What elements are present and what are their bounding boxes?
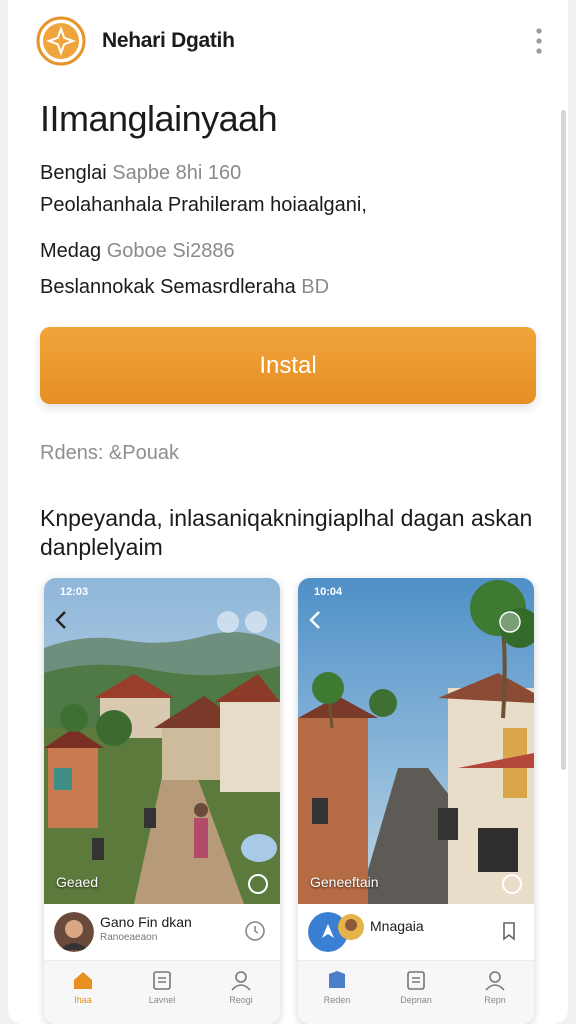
tab-label: Depnan <box>400 995 432 1005</box>
screenshot-card[interactable]: 12:03 Geaed Gano Fin dkan Ranoeaeaon Iha… <box>44 578 280 1024</box>
tab-document[interactable]: Depnan <box>381 969 451 1005</box>
heart-icon <box>217 611 267 633</box>
app-detail-page: Nehari Dgatih IImanglainyaah Benglai Sap… <box>8 0 568 1024</box>
detail-row: Benglai Sapbe 8hi 160 <box>40 162 241 185</box>
detail-row: Peolahanhala Prahileram hoiaalgani, <box>40 194 367 217</box>
tab-label: Repn <box>484 995 506 1005</box>
tab-home[interactable]: Reden <box>302 969 372 1005</box>
app-description: Knpeyanda, inlasaniqakningiaplhal dagan … <box>40 505 533 560</box>
detail-value: Goboe Si2886 <box>106 240 235 262</box>
document-icon <box>407 971 425 990</box>
compass-star-icon <box>36 16 86 66</box>
bookmark-icon <box>503 922 515 941</box>
profile-name: Gano Fin dkan <box>100 914 192 930</box>
top-bar: Nehari Dgatih <box>8 0 568 82</box>
back-arrow-icon <box>309 611 320 629</box>
status-bar-time: 12:03 <box>60 586 89 598</box>
tab-label: Reden <box>323 995 351 1005</box>
tab-label: Lavnel <box>148 995 176 1005</box>
status-bar-time: 10:04 <box>314 586 343 598</box>
scrollbar[interactable] <box>561 110 566 770</box>
tab-document[interactable]: Lavnel <box>127 969 197 1005</box>
profile-subtitle: Ranoeaeaon <box>100 932 158 943</box>
tab-profile[interactable]: Repn <box>460 969 530 1005</box>
home-icon <box>329 971 345 988</box>
app-name: Nehari Dgatih <box>102 29 235 52</box>
detail-value: BD <box>301 276 330 298</box>
share-icon <box>499 611 521 633</box>
bottom-sheet: Gano Fin dkan Ranoeaeaon Ihaa Lavnel Reo… <box>44 904 280 1024</box>
avatar <box>54 912 94 952</box>
screenshot-card[interactable]: 10:04 Geneeftain Mnagaia Reden Depnan Re… <box>298 578 534 1024</box>
tab-home[interactable]: Ihaa <box>48 969 118 1005</box>
bottom-nav: Reden Depnan Repn <box>298 960 534 1024</box>
detail-label: Beslannokak Semasrdleraha <box>40 276 296 298</box>
info-icon <box>502 874 522 894</box>
document-icon <box>153 971 171 990</box>
detail-row: Medag Goboe Si2886 <box>40 240 235 263</box>
detail-row: Beslannokak Semasrdleraha BD <box>40 276 329 299</box>
photo-caption: Geaed <box>56 874 99 890</box>
profile-name: Mnagaia <box>370 918 424 934</box>
tab-profile[interactable]: Reogi <box>206 969 276 1005</box>
home-icon <box>74 972 92 989</box>
photo-caption: Geneeftain <box>310 874 379 890</box>
bottom-nav: Ihaa Lavnel Reogi <box>44 960 280 1024</box>
reviews-label[interactable]: Rdens: &Pouak <box>40 442 179 465</box>
page-title: IImanglainyaah <box>40 98 278 139</box>
more-vertical-icon[interactable] <box>532 26 546 56</box>
install-button[interactable]: Instal <box>40 327 536 404</box>
clock-icon <box>245 921 265 941</box>
detail-value: Sapbe 8hi 160 <box>112 162 242 184</box>
bottom-sheet: Mnagaia Reden Depnan Repn <box>298 904 534 1024</box>
tab-label: Reogi <box>229 995 253 1005</box>
profile-icon <box>485 971 505 991</box>
detail-label: Peolahanhala Prahileram hoiaalgani, <box>40 194 367 216</box>
detail-label: Benglai <box>40 162 107 184</box>
tab-label: Ihaa <box>74 995 92 1005</box>
info-icon <box>248 874 268 894</box>
profile-icon <box>231 971 251 991</box>
avatar <box>338 914 364 940</box>
detail-label: Medag <box>40 240 102 262</box>
back-arrow-icon <box>55 611 66 629</box>
